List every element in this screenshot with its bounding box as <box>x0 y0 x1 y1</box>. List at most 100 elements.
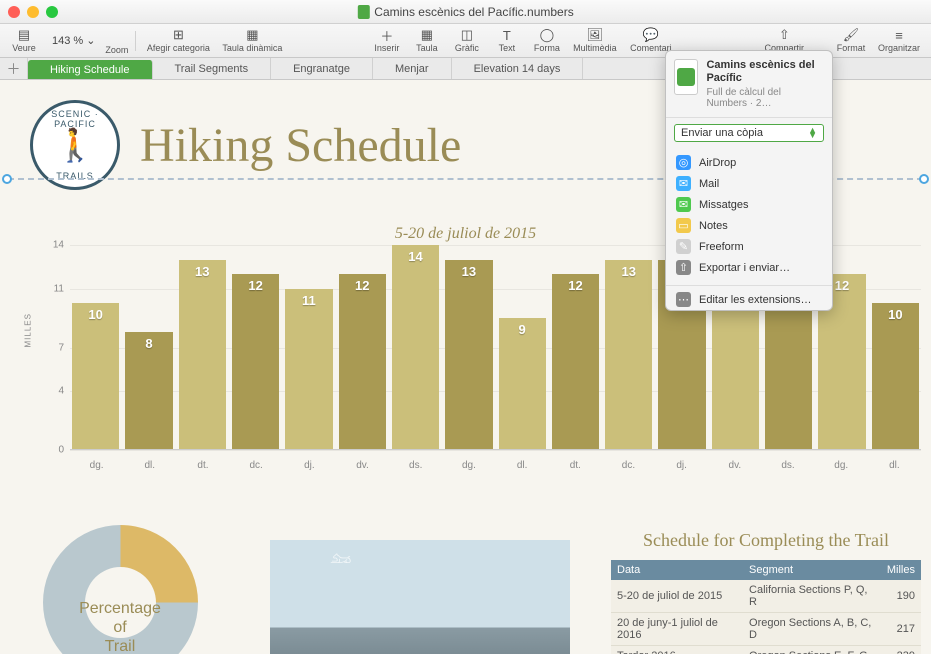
table-cell: 217 <box>881 612 921 645</box>
sheet-tab[interactable]: Menjar <box>373 58 452 79</box>
table-cell: California Sections P, Q, R <box>743 580 881 613</box>
chart-bar[interactable]: 8 <box>125 332 172 449</box>
table-cell: Oregon Sections E, F, G <box>743 645 881 654</box>
share-option-label: Freeform <box>699 241 744 253</box>
x-tick: dj. <box>655 456 708 480</box>
chart-button[interactable]: ◫ Gràfic <box>449 24 485 57</box>
traffic-lights <box>8 6 58 18</box>
format-button[interactable]: 🖌 Format <box>833 24 869 57</box>
share-option-item[interactable]: ▭Notes <box>666 215 832 236</box>
pivot-icon: ▦ <box>243 28 261 42</box>
table-cell: 239 <box>881 645 921 654</box>
add-category-button[interactable]: ⊞ Afegir categoria <box>143 24 213 57</box>
share-option-item[interactable]: ⇧Exportar i enviar… <box>666 257 832 278</box>
popover-file-title: Camins escènics del Pacífic <box>706 59 824 85</box>
chart-bar[interactable]: 13 <box>605 260 652 449</box>
x-tick: dt. <box>176 456 229 480</box>
media-icon: 🖼 <box>586 28 604 42</box>
share-option-icon: ◎ <box>676 155 691 170</box>
selection-handle-left[interactable] <box>2 174 12 184</box>
toolbar-separator <box>135 31 136 51</box>
share-options-list: ◎AirDrop✉Mail✉Missatges▭Notes✎Freeform⇧E… <box>666 148 832 282</box>
x-tick: dl. <box>123 456 176 480</box>
table-cell: Oregon Sections A, B, C, D <box>743 612 881 645</box>
select-arrows-icon: ▲▼ <box>808 128 817 139</box>
table-cell: 190 <box>881 580 921 613</box>
y-axis: 0471114 <box>30 245 68 450</box>
table-row[interactable]: 20 de juny-1 juliol de 2016Oregon Sectio… <box>611 612 921 645</box>
table-header-cell[interactable]: Data <box>611 560 743 580</box>
photo-placeholder[interactable]: 𐦐 <box>270 540 570 654</box>
table-header-cell[interactable]: Milles <box>881 560 921 580</box>
file-icon <box>357 5 369 19</box>
selection-handle-right[interactable] <box>919 174 929 184</box>
x-tick: dg. <box>70 456 123 480</box>
chart-bar[interactable]: 10 <box>872 303 919 449</box>
chart-bar[interactable]: 13 <box>179 260 226 449</box>
sheet-tab[interactable]: Hiking Schedule <box>28 60 153 79</box>
chevron-down-icon: ⌄ <box>86 34 95 47</box>
chart-bar[interactable]: 10 <box>72 303 119 449</box>
pivot-table-button[interactable]: ▦ Taula dinàmica <box>217 24 287 57</box>
insert-button[interactable]: ＋ Inserir <box>369 24 405 57</box>
close-window-button[interactable] <box>8 6 20 18</box>
zoom-control[interactable]: 143 % ⌄ <box>52 34 95 47</box>
chart-bar[interactable]: 12 <box>339 274 386 449</box>
sheet-tab[interactable]: Trail Segments <box>153 58 272 79</box>
view-button[interactable]: ▤ Veure <box>6 24 42 57</box>
x-tick: dc. <box>230 456 283 480</box>
table-header-cell[interactable]: Segment <box>743 560 881 580</box>
text-button[interactable]: T Text <box>489 24 525 57</box>
table-cell: 20 de juny-1 juliol de 2016 <box>611 612 743 645</box>
donut-chart[interactable]: Percentage of Trail <box>20 525 220 654</box>
x-tick: dl. <box>868 456 921 480</box>
header-row: SCENIC · PACIFIC 🚶 TRAILS Hiking Schedul… <box>30 100 461 190</box>
x-tick: ds. <box>761 456 814 480</box>
organize-button[interactable]: ≡ Organitzar <box>873 24 925 57</box>
edit-extensions-item[interactable]: ⋯ Editar les extensions… <box>666 289 832 310</box>
share-icon: ⇧ <box>775 28 793 42</box>
chart-bar[interactable]: 9 <box>499 318 546 449</box>
minimize-window-button[interactable] <box>27 6 39 18</box>
table-row[interactable]: 5-20 de juliol de 2015California Section… <box>611 580 921 613</box>
schedule-table-widget[interactable]: Schedule for Completing the Trail DataSe… <box>611 530 921 654</box>
sheet-tab[interactable]: Elevation 14 days <box>452 58 584 79</box>
table-row[interactable]: Tardor 2016Oregon Sections E, F, G239 <box>611 645 921 654</box>
view-icon: ▤ <box>15 28 33 42</box>
text-icon: T <box>498 28 516 42</box>
chart-bar[interactable]: 12 <box>552 274 599 449</box>
table-cell: 5-20 de juliol de 2015 <box>611 580 743 613</box>
popover-file-subtitle: Full de càlcul del Numbers · 2… <box>706 87 824 109</box>
chart-bar[interactable]: 14 <box>392 245 439 449</box>
share-popover: Camins escènics del Pacífic Full de càlc… <box>665 50 833 311</box>
x-tick: ds. <box>389 456 442 480</box>
zoom-window-button[interactable] <box>46 6 58 18</box>
table-button[interactable]: ▦ Taula <box>409 24 445 57</box>
share-option-item[interactable]: ✎Freeform <box>666 236 832 257</box>
share-option-item[interactable]: ◎AirDrop <box>666 152 832 173</box>
send-copy-select[interactable]: Enviar una còpia ▲▼ <box>674 124 824 142</box>
add-sheet-button[interactable]: ＋ <box>0 58 28 79</box>
chart-bar[interactable]: 12 <box>232 274 279 449</box>
bar-value-label: 14 <box>392 249 439 264</box>
comment-icon: 💬 <box>642 28 660 42</box>
y-tick: 11 <box>54 283 64 294</box>
x-tick: dv. <box>708 456 761 480</box>
shape-button[interactable]: ◯ Forma <box>529 24 565 57</box>
popover-header: Camins escènics del Pacífic Full de càlc… <box>666 51 832 118</box>
chart-bar[interactable]: 11 <box>285 289 332 449</box>
media-button[interactable]: 🖼 Multimèdia <box>569 24 621 57</box>
share-option-item[interactable]: ✉Missatges <box>666 194 832 215</box>
hiker-icon: 🚶 <box>55 126 95 164</box>
shape-icon: ◯ <box>538 28 556 42</box>
x-tick: dj. <box>283 456 336 480</box>
organize-icon: ≡ <box>890 28 908 42</box>
x-tick: dg. <box>442 456 495 480</box>
window-title-text: Camins escènics del Pacífic.numbers <box>374 5 573 19</box>
bar-value-label: 10 <box>872 307 919 322</box>
share-option-item[interactable]: ✉Mail <box>666 173 832 194</box>
share-option-icon: ▭ <box>676 218 691 233</box>
sheet-tab[interactable]: Engranatge <box>271 58 373 79</box>
chart-bar[interactable]: 13 <box>445 260 492 449</box>
y-tick: 4 <box>58 386 64 397</box>
